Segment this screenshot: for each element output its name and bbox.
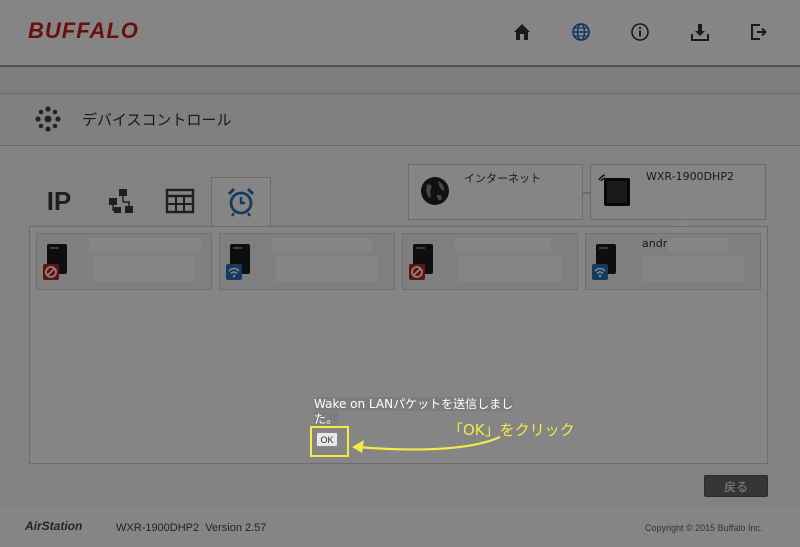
dialog-message-line1: Wake on LANパケットを送信しまし	[314, 397, 514, 411]
annotation-text: 「OK」をクリック	[448, 421, 575, 439]
dialog-message-line2: た。	[314, 412, 339, 426]
